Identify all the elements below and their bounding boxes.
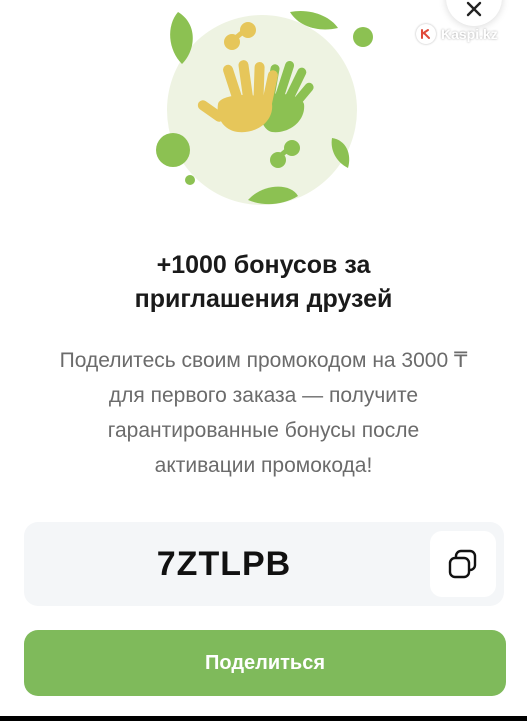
page-title: +1000 бонусов за приглашения друзей: [0, 248, 527, 316]
description-line-3: гарантированные бонусы после: [107, 419, 420, 442]
close-icon: [466, 1, 482, 17]
title-line-1: +1000 бонусов за: [156, 251, 371, 279]
kaspi-watermark: Kaspi.kz: [416, 24, 498, 44]
dot-left: [156, 133, 190, 167]
title-line-2: приглашения друзей: [134, 285, 393, 313]
share-button[interactable]: Поделиться: [24, 630, 506, 696]
copy-button[interactable]: [430, 531, 496, 597]
share-button-label: Поделиться: [204, 651, 326, 674]
promo-code-value: 7ZTLPB: [156, 544, 292, 583]
description-line-1: Поделитесь своим промокодом на 3000 ₸: [59, 349, 468, 372]
dot-small-left: [185, 175, 195, 185]
description: Поделитесь своим промокодом на 3000 ₸ дл…: [20, 343, 507, 483]
kaspi-logo-icon: [416, 24, 436, 44]
bottom-edge: [0, 716, 527, 721]
promo-code-box: 7ZTLPB: [24, 522, 504, 606]
copy-icon: [448, 549, 477, 579]
dot-top-right: [353, 27, 373, 47]
description-line-2: для первого заказа — получите: [108, 384, 419, 407]
description-line-4: активации промокода!: [154, 454, 373, 477]
watermark-text: Kaspi.kz: [441, 26, 498, 42]
